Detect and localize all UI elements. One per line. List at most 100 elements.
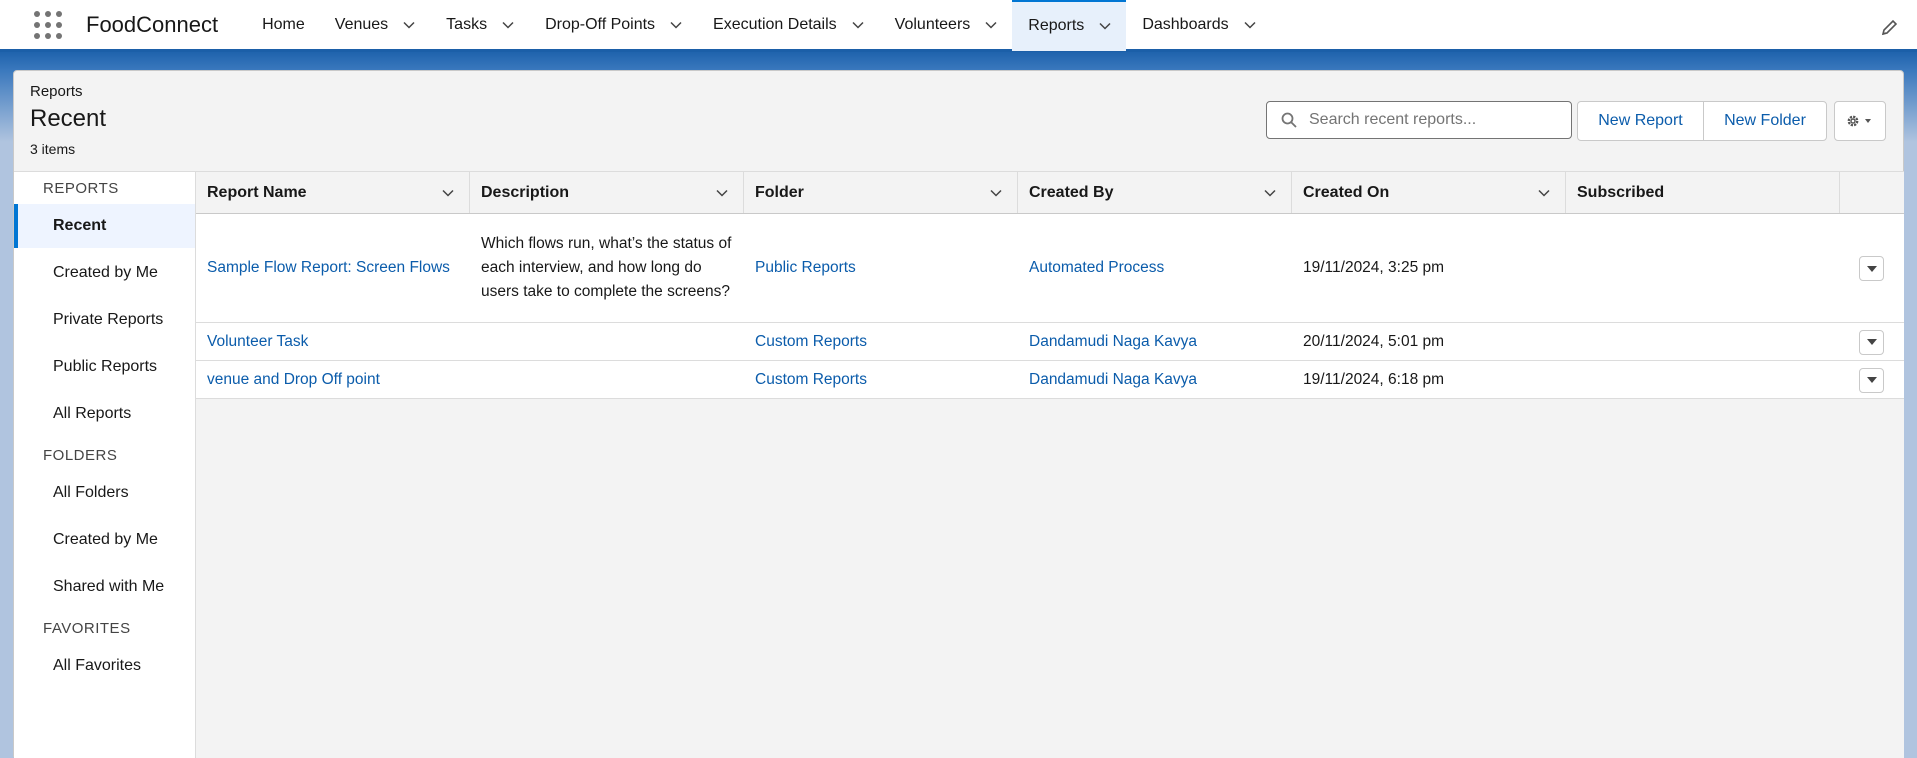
sidebar-item-all-reports[interactable]: All Reports	[14, 392, 195, 436]
cell-folder-link[interactable]: Custom Reports	[744, 323, 1018, 360]
page-title: Recent	[30, 105, 107, 132]
column-header-label: Folder	[755, 183, 804, 201]
new-folder-button[interactable]: New Folder	[1703, 101, 1827, 141]
column-header-actions	[1840, 172, 1904, 213]
cell-created-by-link[interactable]: Automated Process	[1018, 214, 1292, 322]
nav-tab-label: Drop-Off Points	[545, 15, 656, 33]
row-actions-button[interactable]	[1859, 329, 1884, 355]
cell-name-link[interactable]: Volunteer Task	[196, 323, 470, 360]
cell-description	[470, 323, 744, 360]
triangle-down-icon	[1866, 377, 1877, 383]
cell-subscribed	[1566, 214, 1840, 322]
chevron-down-icon[interactable]	[669, 18, 683, 32]
column-header-description[interactable]: Description	[470, 172, 744, 213]
cell-created-by-link[interactable]: Dandamudi Naga Kavya	[1018, 361, 1292, 398]
search-input[interactable]	[1307, 110, 1557, 130]
chevron-down-icon[interactable]	[402, 18, 416, 32]
chevron-down-icon[interactable]	[501, 18, 515, 32]
nav-tab-label: Dashboards	[1142, 15, 1229, 33]
column-header-report-name[interactable]: Report Name	[196, 172, 470, 213]
table-header: Report Name Description Folder Created By Cr…	[196, 172, 1904, 214]
sidebar-item-created-by-me[interactable]: Created by Me	[14, 518, 195, 562]
nav-tab-label: Venues	[334, 15, 389, 33]
cell-created-on: 19/11/2024, 6:18 pm	[1303, 370, 1445, 388]
cell-description	[470, 361, 744, 398]
chevron-down-icon[interactable]	[715, 186, 729, 205]
nav-tab-label: Reports	[1028, 17, 1085, 34]
nav-tab-drop-off-points[interactable]: Drop-Off Points	[529, 0, 697, 51]
row-actions-button[interactable]	[1859, 367, 1884, 393]
column-header-label: Report Name	[207, 183, 307, 201]
nav-tab-tasks[interactable]: Tasks	[430, 0, 529, 51]
column-header-label: Subscribed	[1577, 183, 1665, 201]
chevron-down-icon[interactable]	[851, 18, 865, 32]
sidebar-item-all-folders[interactable]: All Folders	[14, 471, 195, 515]
search-box[interactable]	[1266, 101, 1572, 139]
nav-tab-volunteers[interactable]: Volunteers	[879, 0, 1013, 51]
column-header-label: Created On	[1303, 183, 1390, 201]
nav-tab-label: Execution Details	[713, 15, 837, 33]
cell-description: Which flows run, what’s the status of ea…	[481, 235, 732, 300]
column-header-label: Created By	[1029, 183, 1114, 201]
search-icon	[1281, 112, 1297, 128]
sidebar-section-favorites: FAVORITES	[43, 620, 131, 637]
chevron-down-icon[interactable]	[441, 186, 455, 205]
global-nav: FoodConnect Home Venues Tasks Drop-Off Poin…	[0, 0, 1917, 52]
reports-card: Reports Recent 3 items New Report New Fo…	[13, 70, 1905, 758]
table-row: Sample Flow Report: Screen Flows Which fl…	[196, 214, 1904, 323]
page-header: Reports Recent 3 items New Report New Fo…	[14, 71, 1905, 171]
cell-folder-link[interactable]: Public Reports	[744, 214, 1018, 322]
column-header-label: Description	[481, 183, 570, 201]
nav-tab-home[interactable]: Home	[246, 0, 319, 51]
sidebar-item-created-by-me[interactable]: Created by Me	[14, 251, 195, 295]
sidebar-item-recent[interactable]: Recent	[14, 204, 195, 248]
triangle-down-icon	[1866, 265, 1877, 272]
sidebar-item-public-reports[interactable]: Public Reports	[14, 345, 195, 389]
cell-name-link[interactable]: venue and Drop Off point	[196, 361, 470, 398]
cell-created-by-link[interactable]: Dandamudi Naga Kavya	[1018, 323, 1292, 360]
new-report-button[interactable]: New Report	[1577, 101, 1704, 141]
triangle-down-icon	[1866, 339, 1877, 345]
app-name: FoodConnect	[86, 11, 219, 37]
chevron-down-icon[interactable]	[989, 186, 1003, 205]
breadcrumb: Reports	[30, 83, 83, 100]
cell-name-link[interactable]: Sample Flow Report: Screen Flows	[196, 214, 470, 322]
nav-tab-label: Volunteers	[894, 15, 971, 33]
nav-tab-venues[interactable]: Venues	[319, 0, 430, 51]
table-row: Volunteer Task Custom Reports Dandamudi Na…	[196, 323, 1904, 361]
nav-tab-label: Tasks	[446, 15, 488, 33]
reports-sidebar: REPORTS Recent Created by Me Private Report…	[14, 171, 196, 758]
item-count: 3 items	[30, 141, 76, 157]
chevron-down-icon[interactable]	[1098, 19, 1112, 33]
column-header-created-by[interactable]: Created By	[1018, 172, 1292, 213]
list-settings-button[interactable]	[1834, 101, 1886, 141]
app-launcher-icon[interactable]	[34, 10, 62, 39]
sidebar-section-folders: FOLDERS	[43, 447, 118, 464]
nav-tab-execution-details[interactable]: Execution Details	[697, 0, 879, 51]
nav-tab-label: Home	[262, 15, 305, 33]
column-header-folder[interactable]: Folder	[744, 172, 1018, 213]
sidebar-section-reports: REPORTS	[43, 180, 119, 197]
sidebar-item-private-reports[interactable]: Private Reports	[14, 298, 195, 342]
sidebar-item-all-favorites[interactable]: All Favorites	[14, 644, 195, 688]
cell-subscribed	[1566, 361, 1840, 398]
cell-folder-link[interactable]: Custom Reports	[744, 361, 1018, 398]
sidebar-item-shared-with-me[interactable]: Shared with Me	[14, 565, 195, 609]
chevron-down-icon[interactable]	[1243, 18, 1257, 32]
column-header-subscribed[interactable]: Subscribed	[1566, 172, 1840, 213]
gear-icon	[1847, 115, 1871, 127]
reports-table: Report Name Description Folder Created By Cr…	[196, 171, 1904, 758]
edit-nav-icon[interactable]	[1881, 18, 1899, 36]
nav-tabs: Home Venues Tasks Drop-Off Points Execution …	[246, 0, 1271, 51]
cell-subscribed	[1566, 323, 1840, 360]
cell-created-on: 19/11/2024, 3:25 pm	[1303, 259, 1445, 276]
nav-tab-reports[interactable]: Reports	[1012, 0, 1127, 51]
column-header-created-on[interactable]: Created On	[1292, 172, 1566, 213]
row-actions-button[interactable]	[1859, 256, 1884, 281]
chevron-down-icon[interactable]	[1263, 186, 1277, 205]
table-row: venue and Drop Off point Custom Reports Da…	[196, 361, 1904, 399]
chevron-down-icon[interactable]	[1537, 186, 1551, 205]
cell-created-on: 20/11/2024, 5:01 pm	[1303, 332, 1445, 350]
chevron-down-icon[interactable]	[984, 18, 998, 32]
nav-tab-dashboards[interactable]: Dashboards	[1126, 0, 1270, 51]
